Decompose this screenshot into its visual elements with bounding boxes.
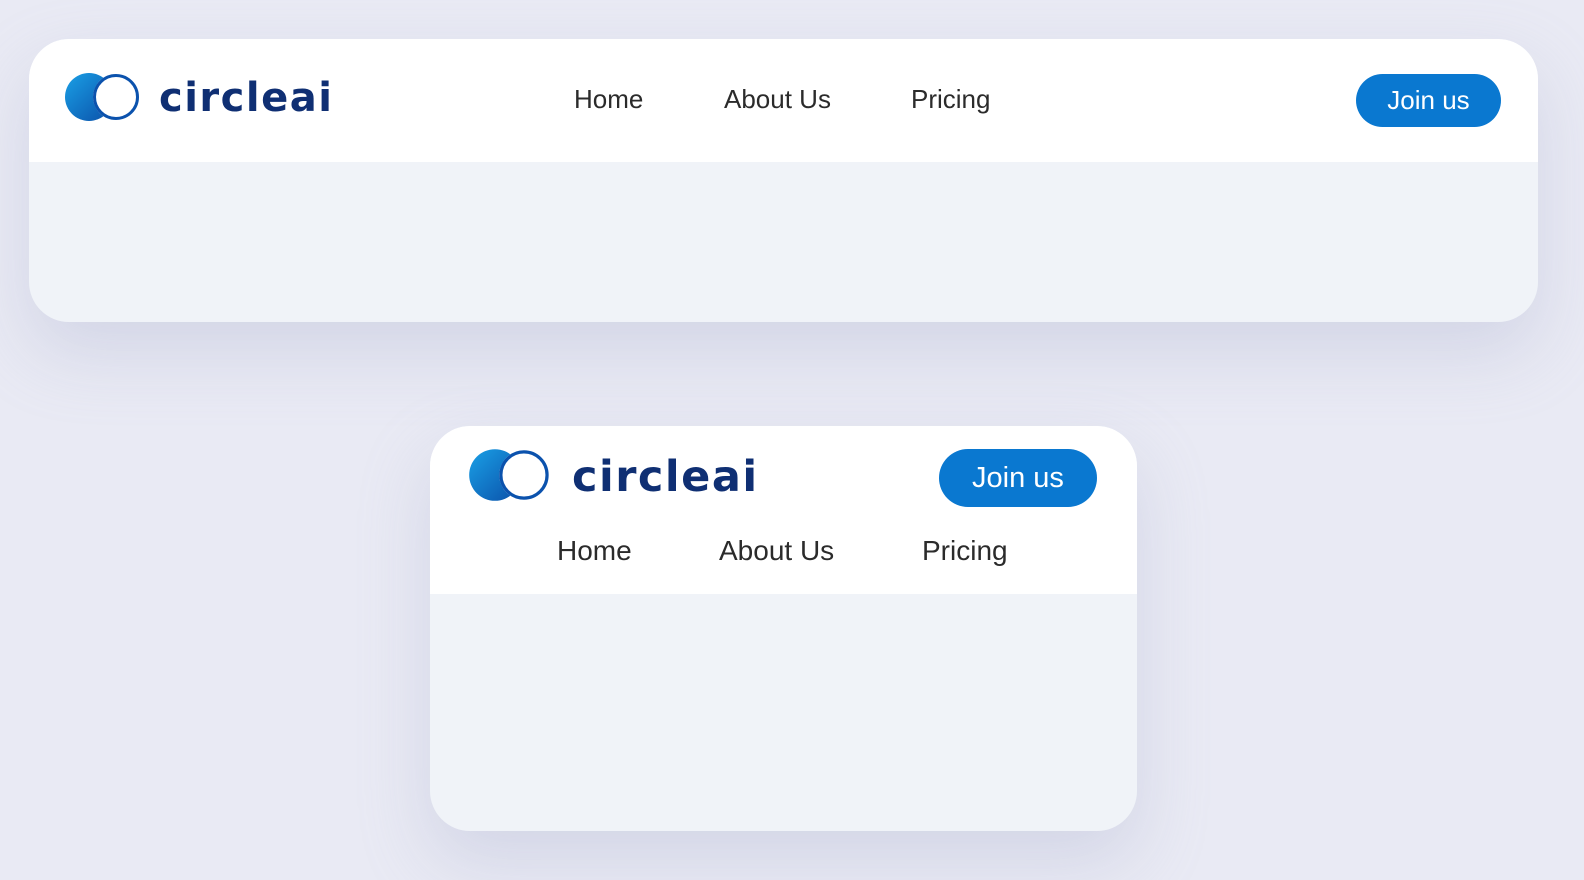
mobile-navbar-card: circleai Join us Home About Us Pricing: [430, 426, 1137, 831]
join-us-button[interactable]: Join us: [939, 449, 1097, 507]
desktop-navbar: circleai Home About Us Pricing Join us: [29, 39, 1538, 162]
nav-link-home[interactable]: Home: [557, 537, 632, 565]
join-us-button[interactable]: Join us: [1356, 74, 1501, 127]
nav-link-pricing[interactable]: Pricing: [911, 86, 990, 112]
nav-link-about-us[interactable]: About Us: [724, 86, 831, 112]
brand-name: circleai: [572, 451, 759, 502]
nav-link-home[interactable]: Home: [574, 86, 643, 112]
brand-logo-link[interactable]: circleai: [64, 70, 333, 124]
overlapping-circles-logo-icon: [65, 73, 139, 121]
brand-name: circleai: [159, 75, 334, 121]
desktop-navbar-card: circleai Home About Us Pricing Join us: [29, 39, 1538, 322]
brand-logo-link[interactable]: circleai: [468, 446, 759, 504]
nav-link-about-us[interactable]: About Us: [719, 537, 834, 565]
mobile-navbar: circleai Join us Home About Us Pricing: [430, 426, 1137, 594]
overlapping-circles-logo-icon: [469, 449, 549, 501]
nav-link-pricing[interactable]: Pricing: [922, 537, 1008, 565]
